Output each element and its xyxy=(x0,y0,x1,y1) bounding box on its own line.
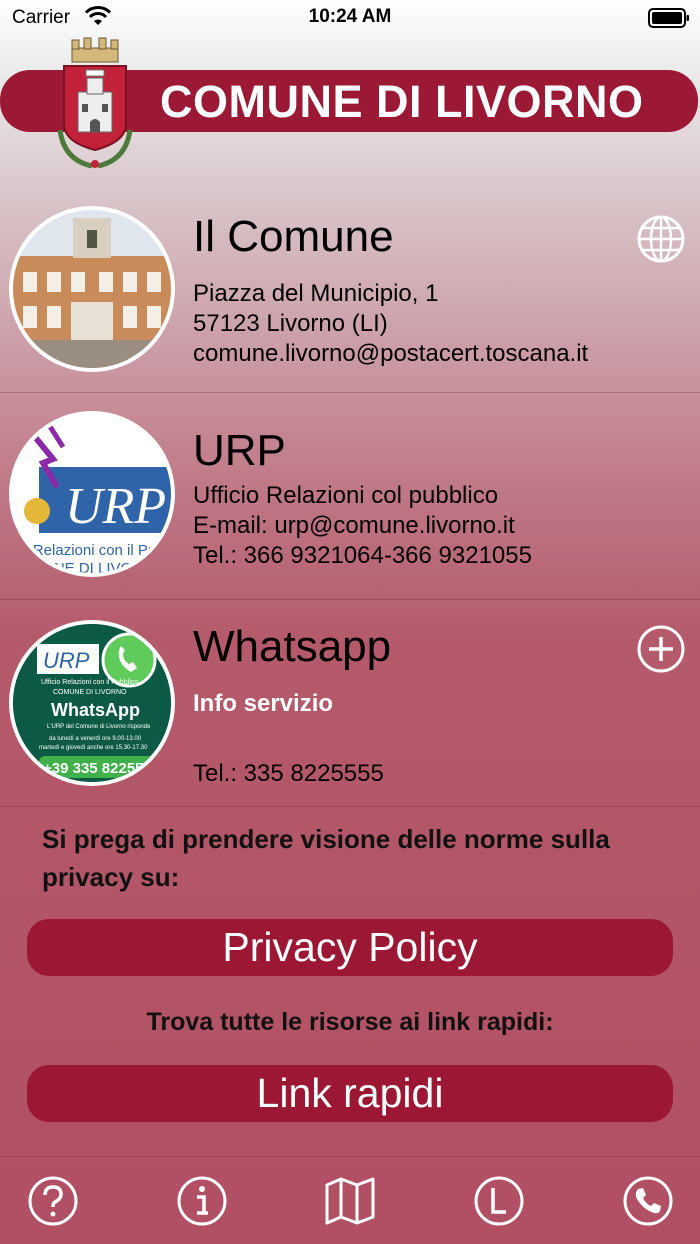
promo-small1: Ufficio Relazioni con il Pubblico xyxy=(41,679,138,686)
comune-building-photo xyxy=(9,206,175,372)
crest-logo xyxy=(57,37,133,169)
clock: 10:24 AM xyxy=(308,6,392,27)
phone-icon[interactable] xyxy=(622,1175,674,1227)
urp-logo-text: URP xyxy=(65,478,166,535)
promo-badge: URP xyxy=(43,648,90,673)
description-line: Ufficio Relazioni col pubblico xyxy=(193,482,499,509)
urp-logo-image: URP io Relazioni con il Pubbl UNE DI LIV… xyxy=(9,411,175,577)
map-icon[interactable] xyxy=(324,1175,376,1227)
email-line[interactable]: E-mail: urp@comune.livorno.it xyxy=(193,512,515,540)
promo-brand: WhatsApp xyxy=(51,700,140,720)
tab-bar xyxy=(0,1156,700,1244)
row-title: URP xyxy=(193,426,286,475)
promo-small2: COMUNE DI LIVORNO xyxy=(53,689,127,696)
header-title: COMUNE DI LIVORNO xyxy=(160,76,644,127)
promo-info1: L'URP del Comune di Livorno risponde xyxy=(47,724,151,730)
link-rapidi-button[interactable]: Link rapidi xyxy=(27,1065,673,1122)
row-title: Il Comune xyxy=(193,212,394,261)
building-illustration xyxy=(13,210,171,368)
info-servizio-link[interactable]: Info servizio xyxy=(193,690,333,718)
question-icon[interactable] xyxy=(27,1175,79,1227)
screen: Carrier 10:24 AM COMUNE DI LIVORNO Il Co… xyxy=(0,0,700,1244)
status-bar: Carrier 10:24 AM xyxy=(0,0,700,36)
privacy-note: Si prega di prendere visione delle norme… xyxy=(42,824,610,892)
privacy-policy-button[interactable]: Privacy Policy xyxy=(27,919,673,976)
info-icon[interactable] xyxy=(176,1175,228,1227)
urp-logo-caption: io Relazioni con il Pubbl xyxy=(17,542,171,559)
battery-icon xyxy=(648,8,689,28)
postal-line: 57123 Livorno (LI) xyxy=(193,310,388,337)
promo-info3: martedì e giovedì anche ore 15.30-17.30 xyxy=(39,745,148,751)
whatsapp-promo-image: URP Ufficio Relazioni con il Pubblico CO… xyxy=(9,620,175,786)
list-item-comune[interactable]: Il Comune Piazza del Municipio, 1 57123 … xyxy=(0,198,700,393)
globe-icon[interactable] xyxy=(636,214,686,264)
list-item-whatsapp[interactable]: URP Ufficio Relazioni con il Pubblico CO… xyxy=(0,600,700,807)
promo-info2: da lunedì a venerdì ore 9.00-13.00 xyxy=(49,736,142,742)
list-item-urp[interactable]: URP io Relazioni con il Pubbl UNE DI LIV… xyxy=(0,393,700,600)
urp-logo: URP io Relazioni con il Pubbl UNE DI LIV… xyxy=(13,415,171,573)
email-line[interactable]: comune.livorno@postacert.toscana.it xyxy=(193,340,588,368)
row-title: Whatsapp xyxy=(193,622,392,671)
plus-circle-icon[interactable] xyxy=(636,624,686,674)
address-line: Piazza del Municipio, 1 xyxy=(193,280,439,307)
links-note: Trova tutte le risorse ai link rapidi: xyxy=(146,1008,554,1036)
phone-line[interactable]: Tel.: 366 9321064-366 9321055 xyxy=(193,542,532,570)
promo-phone: +39 335 8225555 xyxy=(43,760,160,777)
l-circle-icon[interactable] xyxy=(473,1175,525,1227)
urp-logo-caption2: UNE DI LIVO xyxy=(43,560,132,573)
phone-line[interactable]: Tel.: 335 8225555 xyxy=(193,760,384,788)
whatsapp-promo: URP Ufficio Relazioni con il Pubblico CO… xyxy=(13,624,171,782)
